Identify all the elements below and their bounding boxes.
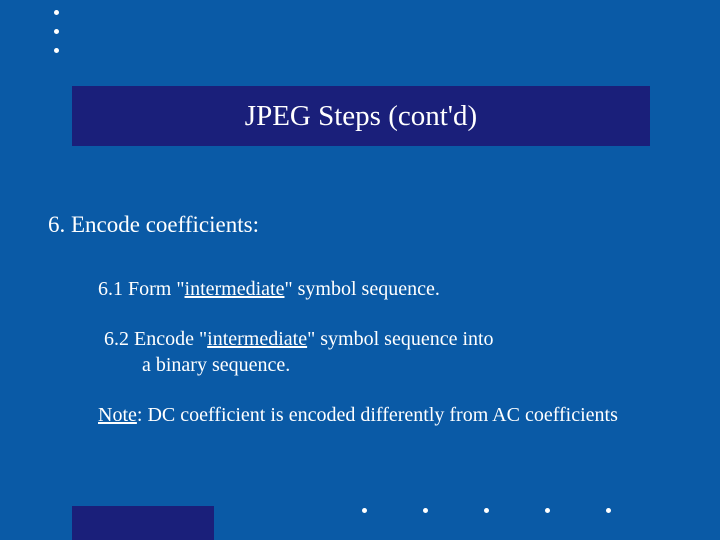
substep-61: 6.1 Form "intermediate" symbol sequence. bbox=[98, 276, 648, 302]
substep-number: 6.2 bbox=[104, 328, 129, 350]
note-label: Note bbox=[98, 404, 137, 426]
slide-body: 6. Encode coefficients: 6.1 Form "interm… bbox=[48, 212, 648, 428]
substep-key: intermediate bbox=[185, 278, 285, 300]
footer-accent-bar bbox=[72, 506, 214, 540]
note-text: : DC coefficient is encoded differently … bbox=[137, 404, 618, 426]
step-label: Encode coefficients: bbox=[71, 212, 259, 237]
step-heading: 6. Encode coefficients: bbox=[48, 212, 648, 238]
slide: JPEG Steps (cont'd) 6. Encode coefficien… bbox=[0, 0, 720, 540]
substep-62: 6.2 Encode "intermediate" symbol sequenc… bbox=[104, 326, 648, 378]
decor-dots-bottom bbox=[362, 500, 667, 518]
substep-prefix: Encode " bbox=[134, 328, 207, 350]
title-bar: JPEG Steps (cont'd) bbox=[72, 86, 650, 146]
substep-suffix: " symbol sequence. bbox=[284, 278, 439, 300]
substep-cont: a binary sequence. bbox=[142, 352, 648, 378]
substep-prefix: Form " bbox=[128, 278, 185, 300]
slide-title: JPEG Steps (cont'd) bbox=[245, 100, 477, 133]
substep-key: intermediate bbox=[207, 328, 307, 350]
substep-number: 6.1 bbox=[98, 278, 123, 300]
decor-dots-top-left bbox=[54, 10, 59, 67]
note: Note: DC coefficient is encoded differen… bbox=[98, 402, 648, 428]
substep-suffix: " symbol sequence into bbox=[307, 328, 493, 350]
step-number: 6. bbox=[48, 212, 65, 237]
